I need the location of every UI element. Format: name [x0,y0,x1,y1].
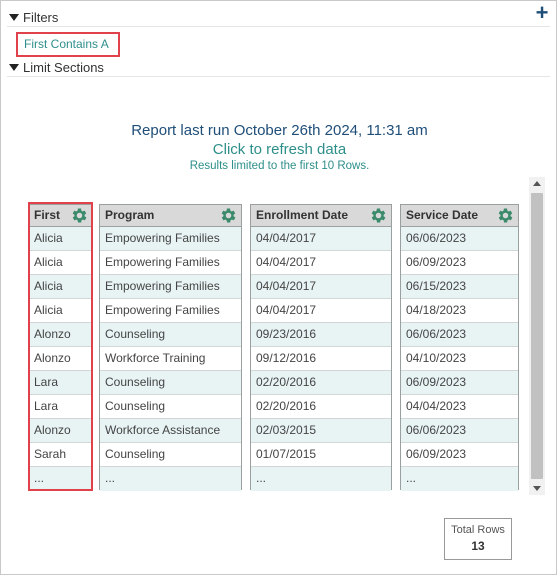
table-cell: Counseling [100,443,241,467]
table-cell: ... [401,467,518,491]
table-cell: Alonzo [29,323,92,347]
table-cell: 04/18/2023 [401,299,518,323]
table-cell: ... [29,467,92,491]
gear-icon[interactable] [219,206,238,225]
column-header-service-date: Service Date [401,205,518,227]
column-header-label: First [34,208,61,222]
table-cell: 02/20/2016 [251,395,391,419]
table-cell: Counseling [100,371,241,395]
scroll-up-arrow-icon[interactable] [529,177,545,191]
table-cell: 06/15/2023 [401,275,518,299]
table-cell: Alonzo [29,419,92,443]
table-cell: Empowering Families [100,251,241,275]
table-cell: Alicia [29,299,92,323]
table-cell: Empowering Families [100,299,241,323]
table-cell: Alicia [29,227,92,251]
table-cell: 02/20/2016 [251,371,391,395]
limit-sections-header-label: Limit Sections [23,60,104,75]
total-rows-value: 13 [471,539,485,553]
collapse-triangle-icon [9,14,19,21]
report-panel: Filters + First Contains A Limit Section… [0,0,557,575]
column-service-date: Service Date 06/06/2023 06/09/2023 06/15… [400,204,519,491]
total-rows-box: Total Rows 13 [444,518,512,560]
table-cell: ... [100,467,241,491]
column-enrollment-date: Enrollment Date 04/04/2017 04/04/2017 04… [250,204,392,491]
table-cell: Lara [29,371,92,395]
table-cell: Alicia [29,251,92,275]
refresh-data-link[interactable]: Click to refresh data [1,141,557,158]
plus-icon[interactable]: + [533,2,551,24]
table-cell: Counseling [100,323,241,347]
table-cell: Lara [29,395,92,419]
table-cell: 06/06/2023 [401,227,518,251]
table-cell: ... [251,467,391,491]
table-cell: 04/04/2023 [401,395,518,419]
gear-icon[interactable] [496,206,515,225]
report-last-run-text: Report last run October 26th 2024, 11:31… [131,122,428,139]
table-cell: Alicia [29,275,92,299]
gear-icon[interactable] [70,206,89,225]
column-header-program: Program [100,205,241,227]
table-cell: Empowering Families [100,275,241,299]
vertical-scrollbar[interactable] [529,177,545,495]
table-cell: 06/09/2023 [401,371,518,395]
column-header-label: Enrollment Date [256,208,349,222]
table-cell: 06/06/2023 [401,419,518,443]
column-header-label: Service Date [406,208,479,222]
column-header-enrollment-date: Enrollment Date [251,205,391,227]
limit-sections-toggle[interactable]: Limit Sections [9,60,104,75]
table-cell: 04/04/2017 [251,251,391,275]
table-cell: 04/04/2017 [251,227,391,251]
table-cell: 09/23/2016 [251,323,391,347]
table-cell: 04/04/2017 [251,299,391,323]
filters-divider [7,26,550,27]
column-header-first: First [29,205,92,227]
scrollbar-thumb[interactable] [531,193,543,479]
filters-toggle[interactable]: Filters [9,10,58,25]
table-cell: Empowering Families [100,227,241,251]
active-filter-link[interactable]: First Contains A [16,32,120,57]
table-cell: Sarah [29,443,92,467]
column-program: Program Empowering Families Empowering F… [99,204,242,491]
collapse-triangle-icon [9,64,19,71]
filters-header-label: Filters [23,10,59,25]
limit-sections-divider [7,76,550,77]
table-cell: 01/07/2015 [251,443,391,467]
column-first: First Alicia Alicia Alicia Alicia Alonzo… [28,204,93,491]
scroll-down-arrow-icon[interactable] [529,481,545,495]
table-cell: 09/12/2016 [251,347,391,371]
table-cell: Workforce Assistance [100,419,241,443]
table-cell: Alonzo [29,347,92,371]
column-header-label: Program [105,208,155,222]
table-cell: 06/09/2023 [401,251,518,275]
table-cell: 06/09/2023 [401,443,518,467]
results-limit-note: Results limited to the first 10 Rows. [189,160,370,172]
table-cell: Counseling [100,395,241,419]
table-cell: 06/06/2023 [401,323,518,347]
table-cell: Workforce Training [100,347,241,371]
table-cell: 04/10/2023 [401,347,518,371]
total-rows-label: Total Rows [451,524,505,536]
table-cell: 04/04/2017 [251,275,391,299]
gear-icon[interactable] [369,206,388,225]
table-cell: 02/03/2015 [251,419,391,443]
